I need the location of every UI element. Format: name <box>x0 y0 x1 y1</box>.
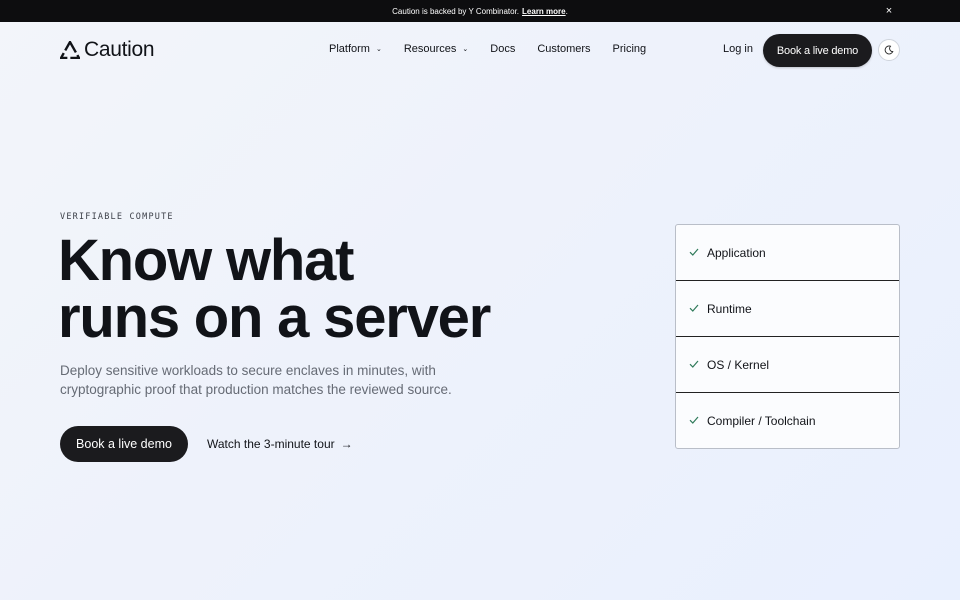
eyebrow-label: VERIFIABLE COMPUTE <box>60 212 174 222</box>
login-link[interactable]: Log in <box>723 43 753 55</box>
verification-checklist: Application Runtime OS / Kernel Compiler… <box>675 224 900 449</box>
logo-text: Caution <box>84 38 155 61</box>
nav-item-label: Platform <box>329 43 370 55</box>
nav-item-platform[interactable]: Platform ⌄ <box>329 43 382 55</box>
arrow-right-icon: → <box>340 437 353 451</box>
nav-item-label: Docs <box>490 43 516 55</box>
close-banner-icon[interactable]: × <box>882 4 896 18</box>
chevron-down-icon: ⌄ <box>462 46 469 53</box>
checklist-item: Compiler / Toolchain <box>676 393 899 448</box>
announcement-banner: Caution is backed by Y Combinator. Learn… <box>0 0 960 22</box>
checklist-item: Runtime <box>676 281 899 337</box>
headline-line-1: Know what <box>58 228 354 293</box>
checklist-item-label: Runtime <box>707 301 752 316</box>
book-demo-nav-button[interactable]: Book a live demo <box>763 34 872 67</box>
checklist-item-label: OS / Kernel <box>707 357 770 372</box>
moon-icon <box>884 45 894 55</box>
nav-item-label: Customers <box>537 43 591 55</box>
logo[interactable]: Caution <box>60 38 155 62</box>
nav-item-customers[interactable]: Customers <box>537 43 590 55</box>
caution-logo-icon <box>60 41 80 59</box>
check-icon <box>689 416 699 424</box>
banner-suffix: . <box>565 6 568 16</box>
nav-item-pricing[interactable]: Pricing <box>613 43 647 55</box>
top-nav: Caution Platform ⌄ Resources ⌄ Docs Cust… <box>0 22 960 78</box>
check-icon <box>689 360 699 368</box>
check-icon <box>689 248 699 256</box>
checklist-item-label: Application <box>707 245 766 260</box>
nav-links: Platform ⌄ Resources ⌄ Docs Customers Pr… <box>329 43 646 55</box>
checklist-item: OS / Kernel <box>676 337 899 393</box>
nav-item-label: Pricing <box>612 43 647 55</box>
banner-text: Caution is backed by Y Combinator. <box>392 6 520 16</box>
tour-label: Watch the 3-minute tour <box>207 437 335 451</box>
chevron-down-icon: ⌄ <box>375 46 382 53</box>
watch-tour-link[interactable]: Watch the 3-minute tour → <box>207 437 353 451</box>
headline-line-2: runs on a server <box>58 285 491 350</box>
book-demo-hero-button[interactable]: Book a live demo <box>60 426 188 462</box>
hero-subtitle: Deploy sensitive workloads to secure enc… <box>60 363 452 397</box>
nav-item-label: Resources <box>403 43 457 55</box>
checklist-item: Application <box>676 225 899 281</box>
learn-more-link[interactable]: Learn more <box>522 7 566 16</box>
check-icon <box>689 304 699 312</box>
theme-toggle-button[interactable] <box>878 39 900 61</box>
nav-item-docs[interactable]: Docs <box>490 43 515 55</box>
checklist-item-label: Compiler / Toolchain <box>707 414 816 428</box>
hero-headline: Know what runs on a server <box>58 232 518 347</box>
nav-item-resources[interactable]: Resources ⌄ <box>404 43 468 55</box>
